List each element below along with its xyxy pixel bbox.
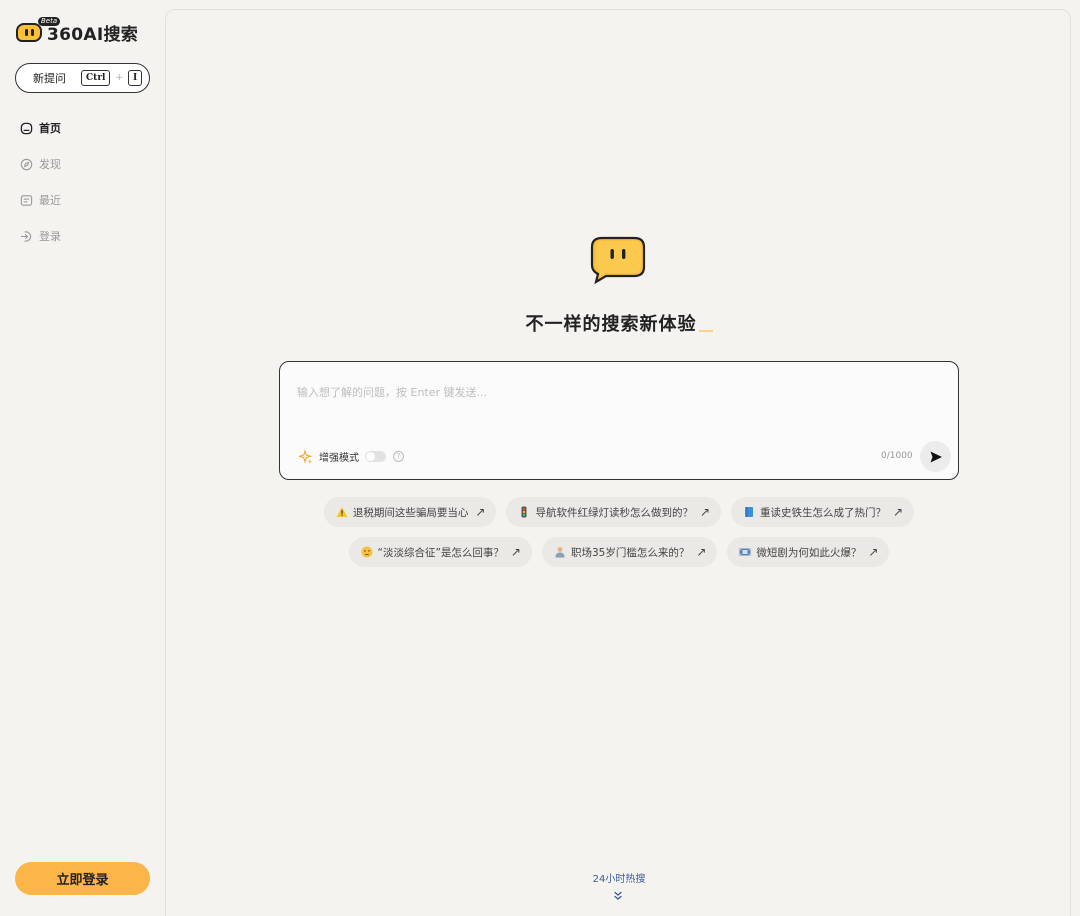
mascot-icon <box>588 235 648 285</box>
enhance-mode-label: 增强模式 <box>319 453 359 464</box>
warning-icon <box>336 507 348 517</box>
arrow-up-right-icon: ↗ <box>475 505 486 519</box>
sidebar-item-login[interactable]: 登录 <box>20 218 61 254</box>
login-icon <box>20 230 33 243</box>
suggestion-chip[interactable]: “淡淡综合征”是怎么回事？ ↗ <box>348 537 532 567</box>
shortcut-key-ctrl: Ctrl <box>81 70 111 86</box>
suggestion-text: “淡淡综合征”是怎么回事？ <box>377 546 504 559</box>
beta-badge: Beta <box>38 17 61 26</box>
sidebar-item-recent[interactable]: 最近 <box>20 182 61 218</box>
headline-text: 不一样的搜索新体验 <box>525 314 697 335</box>
suggestion-row: “淡淡综合征”是怎么回事？ ↗ 职场35岁门槛怎么来的？ ↗ 微短剧为何如此火爆… <box>166 537 1072 567</box>
hot-search-link[interactable]: 24小时热搜 <box>166 870 1072 885</box>
sidebar-nav: 首页 发现 最近 登录 <box>20 110 61 254</box>
sidebar-item-label: 首页 <box>39 122 61 135</box>
app-window: Beta 360AI搜索 新提问 Ctrl + I 首页 发现 最近 登录 立即… <box>0 0 1080 916</box>
sidebar-item-discover[interactable]: 发现 <box>20 146 61 182</box>
suggestion-text: 导航软件红绿灯读秒怎么做到的？ <box>535 506 693 519</box>
logo-text: 360AI搜索 <box>47 24 139 45</box>
suggestion-text: 重读史铁生怎么成了热门？ <box>760 506 887 519</box>
sidebar: Beta 360AI搜索 新提问 Ctrl + I 首页 发现 最近 登录 立即… <box>0 0 165 916</box>
login-now-button[interactable]: 立即登录 <box>15 862 150 895</box>
enhance-mode-toggle[interactable] <box>365 451 386 462</box>
char-counter: 0/1000 <box>881 451 913 461</box>
suggestion-text: 微短剧为何如此火爆？ <box>756 546 862 559</box>
send-icon <box>930 451 942 462</box>
help-icon[interactable]: ? <box>393 451 404 462</box>
history-icon <box>20 194 33 207</box>
suggestion-text: 退税期间这些骗局要当心 <box>352 506 469 519</box>
suggestion-chip[interactable]: 微短剧为何如此火爆？ ↗ <box>727 537 890 567</box>
suggestion-chip[interactable]: 导航软件红绿灯读秒怎么做到的？ ↗ <box>506 497 722 527</box>
sidebar-item-label: 登录 <box>39 230 61 243</box>
sidebar-item-home[interactable]: 首页 <box>20 110 61 146</box>
main-panel: 不一样的搜索新体验 增强模式 ? 0/1000 <box>165 9 1071 916</box>
arrow-up-right-icon: ↗ <box>510 545 521 559</box>
new-question-label: 新提问 <box>33 72 66 85</box>
sidebar-item-label: 发现 <box>39 158 61 171</box>
home-icon <box>20 122 33 135</box>
suggestion-chip[interactable]: 职场35岁门槛怎么来的？ ↗ <box>541 537 718 567</box>
new-question-button[interactable]: 新提问 Ctrl + I <box>15 63 150 93</box>
suggestion-chip[interactable]: 重读史铁生怎么成了热门？ ↗ <box>731 497 915 527</box>
send-button[interactable] <box>920 441 951 472</box>
face-icon <box>361 546 373 558</box>
logo[interactable]: Beta 360AI搜索 <box>16 16 138 48</box>
enhance-mode: 增强模式 ? <box>299 449 404 464</box>
arrow-up-right-icon: ↗ <box>696 545 707 559</box>
worker-icon <box>555 547 565 558</box>
page-headline: 不一样的搜索新体验 <box>166 310 1072 336</box>
sidebar-item-label: 最近 <box>39 194 61 207</box>
arrow-up-right-icon: ↗ <box>699 505 711 519</box>
typing-cursor <box>698 330 713 332</box>
suggestion-chip[interactable]: 退税期间这些骗局要当心 ↗ <box>323 497 497 527</box>
search-input[interactable] <box>297 382 937 402</box>
double-chevron-down-icon[interactable] <box>612 890 624 902</box>
sparkle-icon <box>299 449 313 464</box>
book-icon <box>745 507 754 517</box>
shortcut-plus: + <box>115 73 124 83</box>
suggestion-text: 职场35岁门槛怎么来的？ <box>570 546 690 559</box>
shortcut-key-i: I <box>128 70 143 86</box>
compass-icon <box>20 158 33 171</box>
traffic-light-icon <box>521 506 527 518</box>
film-icon <box>739 548 751 556</box>
arrow-up-right-icon: ↗ <box>893 505 904 519</box>
arrow-up-right-icon: ↗ <box>868 545 879 559</box>
suggestion-row: 退税期间这些骗局要当心 ↗ 导航软件红绿灯读秒怎么做到的？ ↗ 重读史铁生怎么成… <box>166 497 1072 527</box>
search-box: 增强模式 ? 0/1000 <box>279 361 959 480</box>
